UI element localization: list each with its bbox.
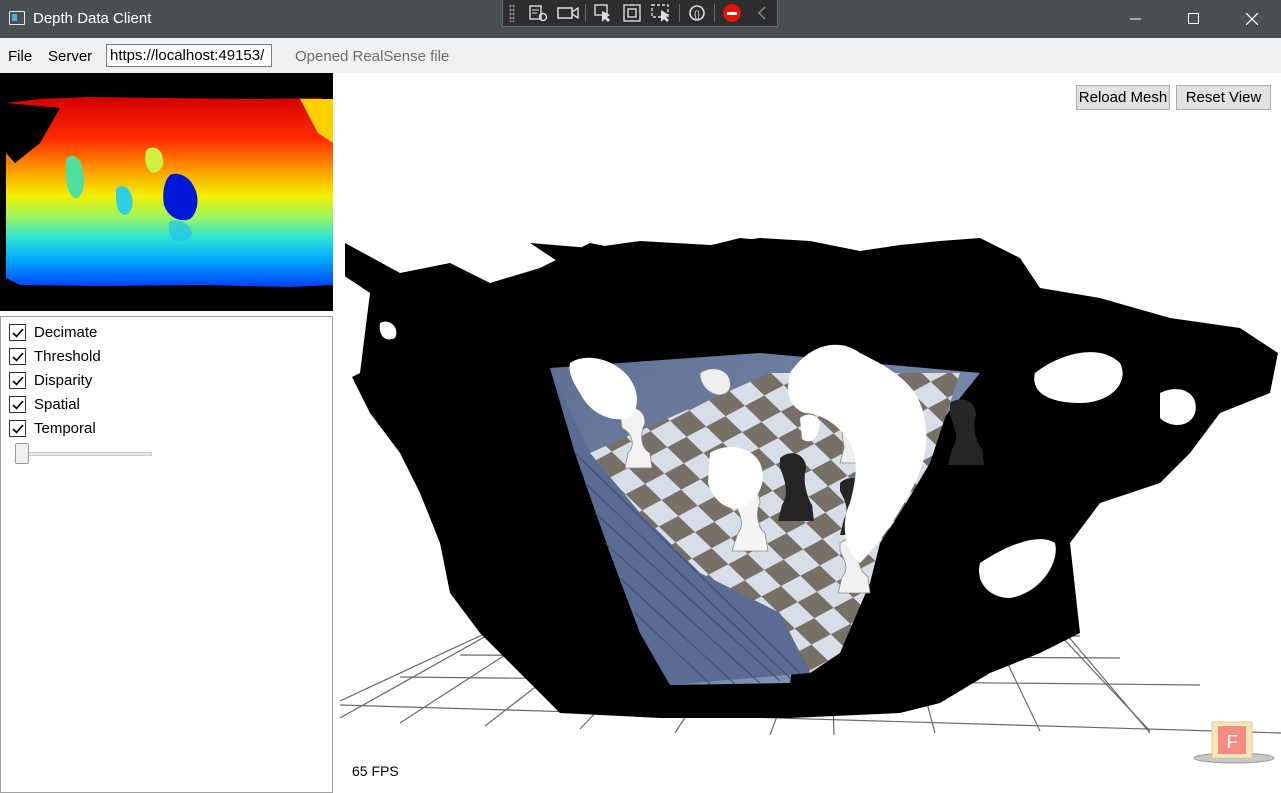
app-icon bbox=[9, 11, 25, 25]
decimate-checkbox[interactable] bbox=[9, 323, 26, 341]
threshold-label: Threshold bbox=[34, 347, 101, 365]
spatial-checkbox[interactable] bbox=[9, 395, 26, 413]
live-visual-tree-icon[interactable] bbox=[523, 1, 553, 25]
depth-image-preview bbox=[0, 73, 333, 311]
filter-disparity[interactable]: Disparity bbox=[9, 370, 92, 390]
temporal-label: Temporal bbox=[34, 419, 96, 437]
window-title: Depth Data Client bbox=[33, 10, 152, 27]
filters-panel: Decimate Threshold Disparity Spatial Tem… bbox=[0, 316, 333, 793]
stop-debugging-icon[interactable] bbox=[717, 1, 747, 25]
orientation-cube-letter: F bbox=[1227, 732, 1238, 752]
point-cloud-render bbox=[340, 238, 1281, 736]
disparity-checkbox[interactable] bbox=[9, 371, 26, 389]
menu-server[interactable]: Server bbox=[48, 48, 92, 65]
filter-spatial[interactable]: Spatial bbox=[9, 394, 80, 414]
reload-mesh-button[interactable]: Reload Mesh bbox=[1076, 85, 1170, 110]
maximize-button[interactable] bbox=[1165, 0, 1223, 38]
video-camera-icon[interactable] bbox=[553, 1, 583, 25]
filter-threshold[interactable]: Threshold bbox=[9, 346, 101, 366]
track-focused-element-icon[interactable] bbox=[647, 1, 677, 25]
menu-file[interactable]: File bbox=[8, 48, 32, 65]
temporal-checkbox[interactable] bbox=[9, 419, 26, 437]
spatial-label: Spatial bbox=[34, 395, 80, 413]
temporal-slider-thumb[interactable] bbox=[15, 443, 29, 464]
minimize-button[interactable] bbox=[1107, 0, 1165, 38]
reset-view-button[interactable]: Reset View bbox=[1176, 85, 1271, 110]
disparity-label: Disparity bbox=[34, 371, 93, 389]
debug-toolbar: {} bbox=[502, 0, 778, 27]
toolbar-grip-icon[interactable] bbox=[509, 4, 515, 22]
collapse-toolbar-icon[interactable] bbox=[747, 1, 777, 25]
orientation-cube-icon[interactable]: F bbox=[1192, 716, 1276, 766]
filter-decimate[interactable]: Decimate bbox=[9, 322, 97, 342]
hot-reload-icon[interactable]: {} bbox=[682, 1, 712, 25]
close-button[interactable] bbox=[1223, 0, 1281, 38]
display-layout-adorners-icon[interactable] bbox=[618, 1, 648, 25]
svg-text:{}: {} bbox=[694, 9, 700, 19]
select-element-icon[interactable] bbox=[588, 1, 618, 25]
filter-temporal[interactable]: Temporal bbox=[9, 418, 96, 438]
temporal-slider-track[interactable] bbox=[22, 452, 152, 456]
threshold-checkbox[interactable] bbox=[9, 347, 26, 365]
fps-counter: 65 FPS bbox=[352, 763, 399, 779]
decimate-label: Decimate bbox=[34, 323, 98, 341]
server-url-input[interactable] bbox=[106, 44, 272, 67]
mesh-viewport[interactable]: Reload Mesh Reset View 65 FPS F bbox=[340, 73, 1281, 793]
title-bar: Depth Data Client {} bbox=[0, 0, 1281, 38]
status-text: Opened RealSense file bbox=[295, 48, 450, 65]
